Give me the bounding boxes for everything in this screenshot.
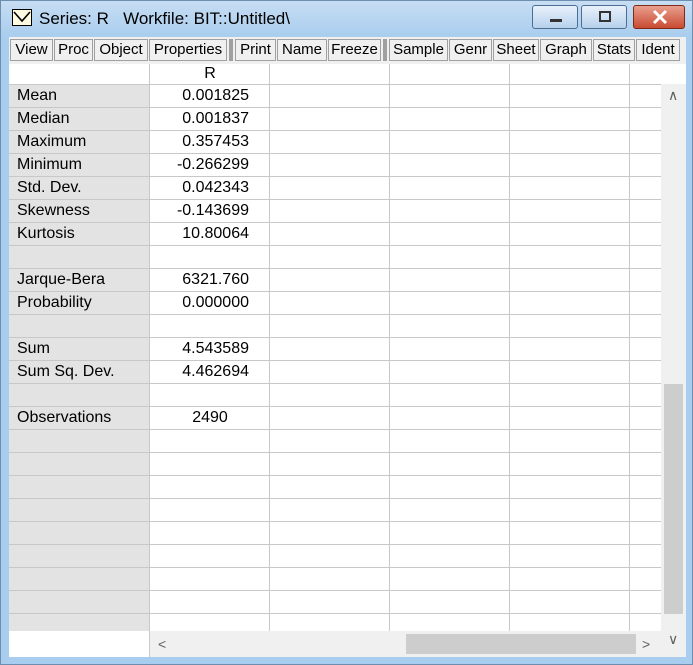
sheet-button[interactable]: Sheet (493, 39, 539, 61)
row-value[interactable]: 4.543589 (150, 338, 249, 360)
grid-line (9, 107, 661, 108)
column-header-r[interactable]: R (150, 64, 270, 84)
print-button[interactable]: Print (235, 39, 276, 61)
row-label: Skewness (17, 202, 90, 219)
close-button[interactable] (633, 5, 685, 29)
grid-line (9, 268, 661, 269)
grid-line (9, 222, 661, 223)
scroll-right-arrow[interactable]: > (642, 637, 650, 651)
grid-line (389, 64, 390, 631)
name-button[interactable]: Name (277, 39, 327, 61)
scrollbar-corner (661, 651, 686, 657)
row-value[interactable]: 4.462694 (150, 361, 249, 383)
row-label: Probability (17, 294, 92, 311)
view-button[interactable]: View (10, 39, 53, 61)
grid-line (9, 314, 661, 315)
grid-line (509, 64, 510, 631)
scroll-up-arrow[interactable]: ∧ (668, 88, 678, 102)
object-button[interactable]: Object (94, 39, 148, 61)
grid-line (9, 544, 661, 545)
scroll-left-arrow[interactable]: < (158, 637, 166, 651)
row-value[interactable]: 0.000000 (150, 292, 249, 314)
eviews-series-window: Series: R Workfile: BIT::Untitled\ View … (0, 0, 693, 665)
vertical-scroll-thumb[interactable] (664, 384, 683, 614)
minimize-icon (550, 19, 562, 22)
row-value[interactable]: 6321.760 (150, 269, 249, 291)
row-value[interactable]: 10.80064 (150, 223, 249, 245)
row-value[interactable]: 0.001825 (150, 85, 249, 107)
row-value[interactable]: 0.357453 (150, 131, 249, 153)
stats-button[interactable]: Stats (593, 39, 635, 61)
grid-line (9, 590, 661, 591)
row-value[interactable]: 2490 (150, 407, 270, 429)
row-value[interactable]: 0.042343 (150, 177, 249, 199)
proc-button[interactable]: Proc (54, 39, 93, 61)
toolbar-separator (383, 39, 387, 61)
row-label: Sum (17, 340, 50, 357)
title-bar[interactable]: Series: R Workfile: BIT::Untitled\ (1, 1, 692, 37)
vertical-scrollbar[interactable]: ∧ ∨ (661, 84, 686, 651)
grid-line (9, 429, 661, 430)
grid-line (9, 199, 661, 200)
grid-line (9, 176, 661, 177)
genr-button[interactable]: Genr (449, 39, 492, 61)
row-value[interactable]: -0.143699 (150, 200, 249, 222)
maximize-icon (599, 11, 611, 22)
row-label: Median (17, 110, 70, 127)
row-label: Sum Sq. Dev. (17, 363, 115, 380)
minimize-button[interactable] (532, 5, 578, 29)
stats-grid: R Mean 0.001825 Median 0.001837 Maximum … (9, 64, 686, 657)
grid-line (9, 498, 661, 499)
ident-button[interactable]: Ident (636, 39, 680, 61)
grid-line (9, 245, 661, 246)
toolbar: View Proc Object Properties Print Name F… (9, 37, 686, 63)
grid-line (9, 130, 661, 131)
row-label: Minimum (17, 156, 82, 173)
grid-line (9, 452, 661, 453)
row-label: Std. Dev. (17, 179, 82, 196)
series-icon (12, 9, 32, 26)
grid-line (269, 64, 270, 631)
row-label: Jarque-Bera (17, 271, 106, 288)
properties-button[interactable]: Properties (149, 39, 227, 61)
series-view: View Proc Object Properties Print Name F… (9, 37, 686, 657)
row-value[interactable]: -0.266299 (150, 154, 249, 176)
grid-line (9, 475, 661, 476)
row-value[interactable]: 0.001837 (150, 108, 249, 130)
horizontal-scroll-thumb[interactable] (406, 634, 636, 654)
grid-line (9, 521, 661, 522)
row-label: Kurtosis (17, 225, 75, 242)
grid-line (9, 383, 661, 384)
grid-line (9, 84, 661, 85)
row-label: Maximum (17, 133, 87, 150)
horizontal-scrollbar[interactable]: < > (150, 631, 661, 657)
grid-line (9, 613, 661, 614)
toolbar-separator (229, 39, 233, 61)
freeze-button[interactable]: Freeze (328, 39, 381, 61)
grid-line (9, 153, 661, 154)
scroll-down-arrow[interactable]: ∨ (668, 632, 678, 646)
row-label: Mean (17, 87, 58, 104)
grid-line (9, 567, 661, 568)
row-label: Observations (17, 409, 112, 426)
sample-button[interactable]: Sample (389, 39, 448, 61)
close-icon (652, 9, 668, 25)
maximize-button[interactable] (581, 5, 627, 29)
grid-line (629, 64, 630, 631)
window-title: Series: R Workfile: BIT::Untitled\ (39, 9, 290, 28)
grid-line (9, 337, 661, 338)
graph-button[interactable]: Graph (540, 39, 592, 61)
grid-line (9, 291, 661, 292)
